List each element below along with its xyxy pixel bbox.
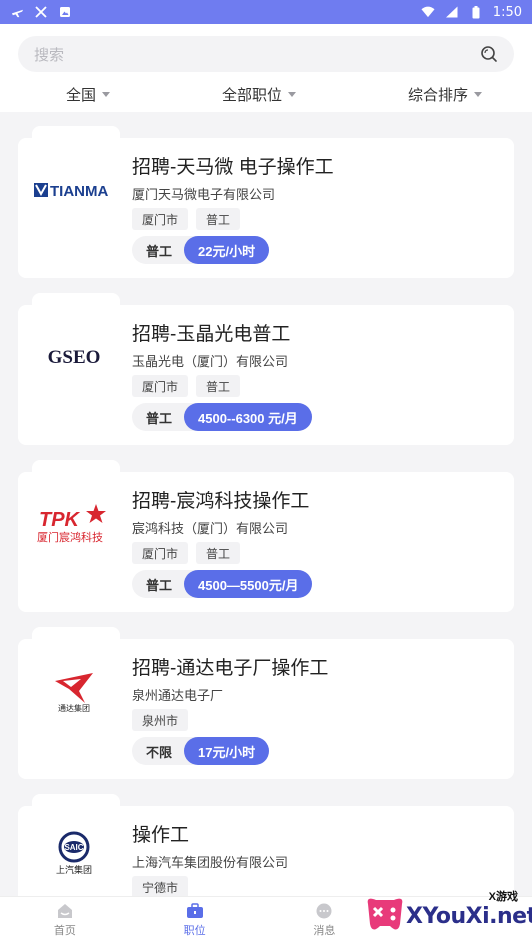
job-pay: 17元/小时	[184, 737, 270, 765]
airplane-icon	[10, 5, 24, 19]
wifi-icon	[421, 5, 435, 19]
tag: 泉州市	[132, 709, 189, 731]
company-name: 玉晶光电（厦门）有限公司	[132, 354, 289, 369]
job-pay: 22元/小时	[184, 236, 270, 264]
status-time: 1:50	[492, 4, 522, 20]
job-title: 招聘-玉晶光电普工	[132, 324, 291, 345]
battery-icon	[469, 5, 483, 19]
job-type: 普工	[146, 410, 173, 426]
job-type: 普工	[146, 243, 173, 259]
status-bar: 1:50	[0, 0, 532, 24]
tag: 普工	[196, 375, 241, 397]
search-icon[interactable]	[480, 45, 498, 63]
job-card[interactable]: 通达集团 招聘-通达电子厂操作工 泉州通达电子厂 泉州市 不限 17元/小时	[18, 627, 514, 779]
logo-text: 通达集团	[58, 703, 90, 713]
job-title: 操作工	[132, 825, 190, 846]
tab-messages-label: 消息	[313, 925, 336, 937]
company-logo-gseo: GSEO	[32, 335, 116, 379]
job-pay: 4500--6300 元/月	[184, 403, 312, 431]
tag: 宁德市	[132, 876, 189, 896]
top-bar: 搜索 全国 全部职位 综合排序	[0, 24, 532, 112]
filter-position-label: 全部职位	[221, 86, 282, 104]
job-title: 招聘-天马微 电子操作工	[132, 157, 334, 178]
tag: 普工	[196, 208, 241, 230]
logo-text: GSEO	[48, 347, 101, 368]
logo-text: TIANMA	[50, 183, 108, 200]
caret-down-icon	[102, 91, 111, 97]
tag: 普工	[196, 542, 241, 564]
company-logo-tpk: TPK 厦门宸鸿科技	[32, 502, 116, 546]
job-title: 招聘-宸鸿科技操作工	[132, 491, 310, 512]
tab-home[interactable]: 首页	[0, 897, 130, 944]
briefcase-icon	[186, 903, 203, 918]
caret-down-icon	[473, 91, 482, 97]
job-tags: 厦门市 普工	[132, 208, 241, 230]
home-icon	[57, 904, 72, 918]
job-card[interactable]: TIANMA 招聘-天马微 电子操作工 厦门天马微电子有限公司 厦门市 普工 普…	[18, 126, 514, 278]
salary-badge: 普工 4500—5500元/月	[132, 570, 313, 598]
signal-icon	[445, 5, 459, 19]
job-tags: 厦门市 普工	[132, 375, 241, 397]
tab-jobs-label: 职位	[183, 925, 206, 937]
tag: 厦门市	[132, 208, 189, 230]
job-tags: 泉州市	[132, 709, 189, 731]
search-input[interactable]: 搜索	[18, 36, 514, 72]
job-title: 招聘-通达电子厂操作工	[132, 658, 329, 679]
company-logo-tianma: TIANMA	[32, 168, 116, 212]
filter-bar: 全国 全部职位 综合排序	[0, 80, 532, 108]
watermark-text: XYouXi.net	[406, 904, 532, 929]
job-pay: 4500—5500元/月	[184, 570, 313, 598]
company-name: 上海汽车集团股份有限公司	[132, 855, 289, 870]
filter-position[interactable]: 全部职位	[222, 80, 296, 108]
job-type: 不限	[146, 744, 173, 760]
company-name: 宸鸿科技（厦门）有限公司	[132, 521, 289, 536]
tab-home-label: 首页	[53, 925, 76, 937]
logo-text: SAIC	[64, 843, 83, 852]
job-list: TIANMA 招聘-天马微 电子操作工 厦门天马微电子有限公司 厦门市 普工 普…	[0, 112, 532, 896]
job-card[interactable]: GSEO 招聘-玉晶光电普工 玉晶光电（厦门）有限公司 厦门市 普工 普工 45…	[18, 293, 514, 445]
job-type: 普工	[146, 577, 173, 593]
close-notification-icon	[34, 5, 48, 19]
tab-jobs[interactable]: 职位	[130, 897, 260, 944]
job-card[interactable]: SAIC 上汽集团 操作工 上海汽车集团股份有限公司 宁德市	[18, 794, 514, 896]
logo-subtext: 上汽集团	[56, 864, 92, 876]
company-logo-saic: SAIC 上汽集团	[32, 831, 116, 880]
image-notification-icon	[58, 5, 72, 19]
filter-region-label: 全国	[66, 86, 97, 104]
salary-badge: 不限 17元/小时	[132, 737, 270, 765]
tag: 厦门市	[132, 542, 189, 564]
job-tags: 厦门市 普工	[132, 542, 241, 564]
logo-text: TPK	[39, 509, 81, 531]
job-tags: 宁德市	[132, 876, 189, 896]
watermark: X游戏 XYouXi.net	[360, 884, 532, 944]
tag: 厦门市	[132, 375, 189, 397]
salary-badge: 普工 4500--6300 元/月	[132, 403, 312, 431]
caret-down-icon	[288, 91, 296, 97]
job-card[interactable]: TPK 厦门宸鸿科技 招聘-宸鸿科技操作工 宸鸿科技（厦门）有限公司 厦门市 普…	[18, 460, 514, 612]
salary-badge: 普工 22元/小时	[132, 236, 270, 264]
logo-subtext: 厦门宸鸿科技	[37, 530, 103, 544]
filter-region[interactable]: 全国	[66, 80, 111, 108]
filter-sort-label: 综合排序	[407, 86, 468, 104]
company-name: 厦门天马微电子有限公司	[132, 187, 276, 202]
chat-bubble-icon	[316, 903, 332, 919]
gamepad-logo-icon	[367, 898, 403, 930]
watermark-sub: X游戏	[488, 891, 518, 903]
search-placeholder: 搜索	[34, 46, 65, 64]
company-logo-tongda: 通达集团	[32, 669, 116, 713]
filter-sort[interactable]: 综合排序	[408, 80, 482, 108]
company-name: 泉州通达电子厂	[132, 688, 224, 703]
